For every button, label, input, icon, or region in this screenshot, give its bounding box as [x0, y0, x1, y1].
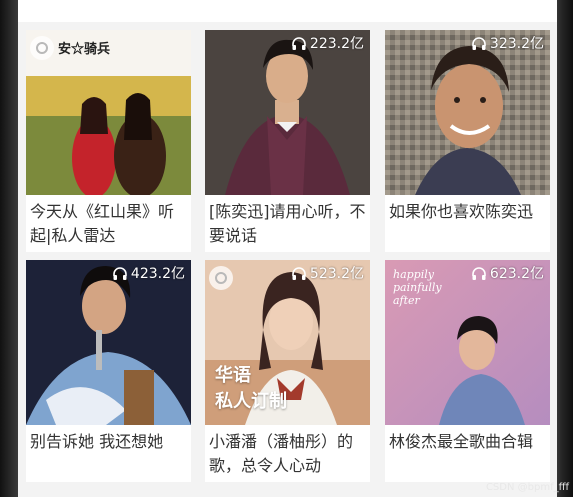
playlist-cover: happily painfully after 623.2亿 — [385, 260, 550, 425]
cover-overlay-line: 华语 — [215, 365, 251, 386]
headphones-icon — [292, 267, 306, 280]
screen-bezel-left — [0, 0, 18, 497]
top-bar — [18, 0, 557, 22]
playlist-title[interactable]: 林俊杰最全歌曲合辑 — [389, 430, 547, 454]
play-count: 323.2亿 — [471, 35, 544, 53]
playlist-card[interactable]: 323.2亿 如果你也喜欢陈奕迅 — [385, 30, 550, 252]
playlist-cover: 423.2亿 — [26, 260, 191, 425]
netease-logo-icon — [30, 36, 54, 60]
play-count-text: 623.2亿 — [489, 266, 544, 282]
playlist-cover: 安☆骑兵 — [26, 30, 191, 195]
playlist-title[interactable]: [陈奕迅]请用心听，不要说话 — [209, 200, 367, 248]
play-count-text: 323.2亿 — [489, 36, 544, 52]
playlist-cover: 223.2亿 — [205, 30, 370, 195]
headphones-icon — [472, 267, 486, 280]
playlist-card[interactable]: 223.2亿 [陈奕迅]请用心听，不要说话 — [205, 30, 370, 252]
playlist-card[interactable]: 423.2亿 别告诉她 我还想她 — [26, 260, 191, 482]
cover-banner: 安☆骑兵 — [58, 42, 111, 57]
play-count-text: 423.2亿 — [130, 266, 185, 282]
playlist-card[interactable]: 安☆骑兵 今天从《红山果》听起|私人雷达 — [26, 30, 191, 252]
playlist-cover: 华语 私人订制 523.2亿 — [205, 260, 370, 425]
playlist-title[interactable]: 今天从《红山果》听起|私人雷达 — [30, 200, 188, 248]
play-count-text: 223.2亿 — [309, 36, 364, 52]
play-count: 623.2亿 — [471, 265, 544, 283]
play-count: 223.2亿 — [291, 35, 364, 53]
playlist-title[interactable]: 如果你也喜欢陈奕迅 — [389, 200, 547, 224]
playlist-panel: 安☆骑兵 今天从《红山果》听起|私人雷达 223.2亿 [陈奕迅]请用心听，不要… — [18, 0, 557, 497]
playlist-card[interactable]: 华语 私人订制 523.2亿 小潘潘（潘柚彤）的歌，总令人心动 — [205, 260, 370, 482]
headphones-icon — [113, 267, 127, 280]
bottom-strip — [18, 482, 557, 497]
cover-overlay-line: 私人订制 — [215, 391, 287, 412]
playlist-card[interactable]: happily painfully after 623.2亿 林俊杰最全歌曲合辑 — [385, 260, 550, 482]
headphones-icon — [472, 37, 486, 50]
play-count: 523.2亿 — [291, 265, 364, 283]
netease-logo-icon — [209, 266, 233, 290]
cover-script-text: happily painfully after — [393, 268, 442, 307]
screen-bezel-right — [557, 0, 573, 497]
headphones-icon — [292, 37, 306, 50]
play-count: 423.2亿 — [112, 265, 185, 283]
playlist-cover: 323.2亿 — [385, 30, 550, 195]
watermark: CSDN @bpmf_fff — [485, 482, 569, 493]
playlist-title[interactable]: 小潘潘（潘柚彤）的歌，总令人心动 — [209, 430, 367, 478]
playlist-title[interactable]: 别告诉她 我还想她 — [30, 430, 188, 454]
play-count-text: 523.2亿 — [309, 266, 364, 282]
